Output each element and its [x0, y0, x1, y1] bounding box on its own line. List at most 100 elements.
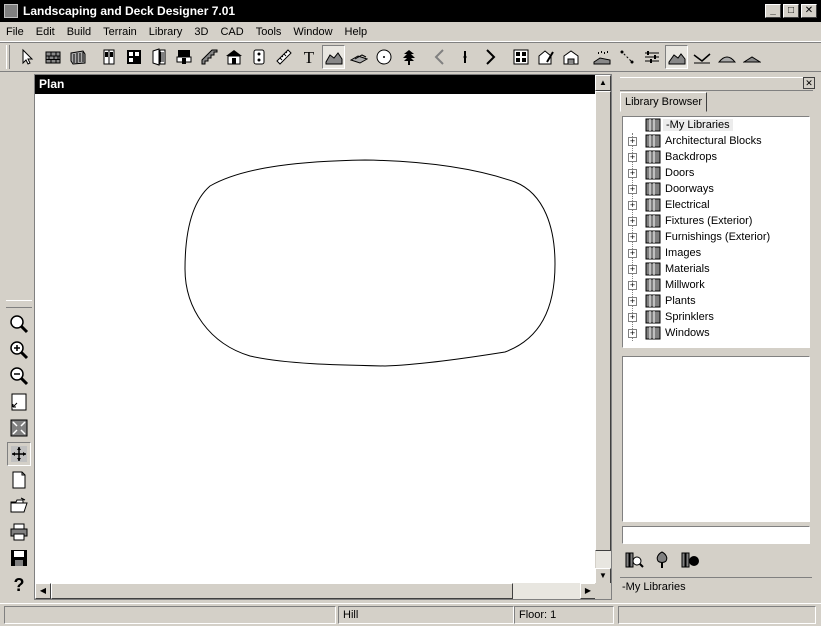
tree-item-sprinklers[interactable]: + Sprinklers: [623, 309, 809, 325]
expand-icon[interactable]: +: [628, 200, 637, 210]
path-tool-button[interactable]: [615, 45, 638, 69]
pan-button[interactable]: [7, 442, 31, 466]
building-tool-button[interactable]: [222, 45, 245, 69]
expand-icon[interactable]: +: [628, 232, 637, 242]
fence-tool-button[interactable]: [66, 45, 89, 69]
door-tool-button[interactable]: [147, 45, 170, 69]
tree-item-electrical[interactable]: + Electrical: [623, 197, 809, 213]
open-file-button[interactable]: [7, 494, 31, 518]
expand-icon[interactable]: +: [628, 264, 637, 274]
help-button[interactable]: ?: [7, 572, 31, 596]
tree-item-materials[interactable]: + Materials: [623, 261, 809, 277]
menu-cad[interactable]: CAD: [214, 23, 249, 41]
fill-window-button[interactable]: [7, 416, 31, 440]
expand-icon[interactable]: +: [628, 152, 637, 162]
menu-help[interactable]: Help: [339, 23, 374, 41]
tree-root[interactable]: -My Libraries: [623, 117, 809, 133]
scroll-left-button[interactable]: ◀: [35, 583, 51, 599]
floor-plan-button[interactable]: [509, 45, 532, 69]
valley-tool-button[interactable]: [690, 45, 713, 69]
vertical-scroll-thumb[interactable]: [595, 91, 611, 551]
expand-icon[interactable]: +: [628, 184, 637, 194]
elevation-view-button[interactable]: [534, 45, 557, 69]
library-panel-grip[interactable]: ✕: [620, 77, 815, 91]
library-close-button[interactable]: ✕: [803, 77, 815, 89]
reference-button[interactable]: [453, 45, 476, 69]
mound-tool-button[interactable]: [715, 45, 738, 69]
close-button[interactable]: ✕: [801, 4, 817, 18]
zoom-in-button[interactable]: [7, 338, 31, 362]
menu-edit[interactable]: Edit: [30, 23, 61, 41]
tree-item-doorways[interactable]: + Doorways: [623, 181, 809, 197]
menu-window[interactable]: Window: [287, 23, 338, 41]
minimize-button[interactable]: _: [765, 4, 781, 18]
tree-item-images[interactable]: + Images: [623, 245, 809, 261]
stairs-tool-button[interactable]: [197, 45, 220, 69]
tree-item-backdrops[interactable]: + Backdrops: [623, 149, 809, 165]
expand-icon[interactable]: +: [628, 248, 637, 258]
library-tree[interactable]: -My Libraries + Architectural Blocks + Bac…: [622, 116, 810, 348]
save-button[interactable]: [7, 546, 31, 570]
text-tool-button[interactable]: T: [297, 45, 320, 69]
cabinet-tool-button[interactable]: [97, 45, 120, 69]
print-button[interactable]: [7, 520, 31, 544]
library-plants-button[interactable]: [650, 548, 674, 572]
previous-button[interactable]: [428, 45, 451, 69]
menu-build[interactable]: Build: [61, 23, 97, 41]
grading-tool-button[interactable]: [640, 45, 663, 69]
undo-zoom-button[interactable]: [7, 390, 31, 414]
plant-tool-button[interactable]: [397, 45, 420, 69]
terrain-elevation-button[interactable]: [347, 45, 370, 69]
library-add-button[interactable]: [678, 548, 702, 572]
menu-terrain[interactable]: Terrain: [97, 23, 143, 41]
dimension-tool-button[interactable]: [272, 45, 295, 69]
3d-view-button[interactable]: [559, 45, 582, 69]
maximize-button[interactable]: □: [783, 4, 799, 18]
tree-item-windows[interactable]: + Windows: [623, 325, 809, 341]
menu-3d[interactable]: 3D: [188, 23, 214, 41]
circle-tool-button[interactable]: [372, 45, 395, 69]
expand-icon[interactable]: +: [628, 216, 637, 226]
terrain-more-button[interactable]: [740, 45, 763, 69]
tab-library-browser[interactable]: Library Browser: [620, 92, 708, 112]
expand-icon[interactable]: +: [628, 280, 637, 290]
furniture-tool-button[interactable]: [172, 45, 195, 69]
toolbar-grip[interactable]: [6, 45, 10, 69]
wall-tool-button[interactable]: [41, 45, 64, 69]
library-search-input[interactable]: [622, 526, 810, 544]
horizontal-scrollbar[interactable]: ◀ ▶: [35, 583, 596, 599]
next-button[interactable]: [478, 45, 501, 69]
menu-tools[interactable]: Tools: [250, 23, 288, 41]
window-tool-button[interactable]: [122, 45, 145, 69]
expand-icon[interactable]: +: [628, 296, 637, 306]
menu-file[interactable]: File: [0, 23, 30, 41]
plant-line-button[interactable]: [590, 45, 613, 69]
plan-canvas[interactable]: [35, 94, 596, 584]
hill-tool-button[interactable]: [665, 45, 688, 69]
horizontal-scroll-thumb[interactable]: [51, 583, 513, 599]
scroll-right-button[interactable]: ▶: [580, 583, 596, 599]
zoom-out-button[interactable]: [7, 364, 31, 388]
tree-item-plants[interactable]: + Plants: [623, 293, 809, 309]
expand-icon[interactable]: +: [628, 136, 637, 146]
tree-item-fixtures-exterior[interactable]: + Fixtures (Exterior): [623, 213, 809, 229]
electrical-tool-button[interactable]: [247, 45, 270, 69]
scroll-down-button[interactable]: ▼: [595, 568, 611, 584]
drawing-area[interactable]: [35, 94, 596, 584]
hill-outline[interactable]: [184, 159, 556, 367]
tree-item-furnishings-exterior[interactable]: + Furnishings (Exterior): [623, 229, 809, 245]
tree-item-millwork[interactable]: + Millwork: [623, 277, 809, 293]
select-arrow-button[interactable]: [16, 45, 39, 69]
vertical-scrollbar[interactable]: ▲ ▼: [595, 75, 611, 584]
terrain-tool-button[interactable]: [322, 45, 345, 69]
tree-item-doors[interactable]: + Doors: [623, 165, 809, 181]
expand-icon[interactable]: +: [628, 312, 637, 322]
menu-library[interactable]: Library: [143, 23, 189, 41]
new-file-button[interactable]: [7, 468, 31, 492]
expand-icon[interactable]: +: [628, 328, 637, 338]
scroll-up-button[interactable]: ▲: [595, 75, 611, 91]
view-toolbar-grip[interactable]: [6, 300, 32, 308]
expand-icon[interactable]: +: [628, 168, 637, 178]
tree-item-architectural-blocks[interactable]: + Architectural Blocks: [623, 133, 809, 149]
library-search-button[interactable]: [622, 548, 646, 572]
